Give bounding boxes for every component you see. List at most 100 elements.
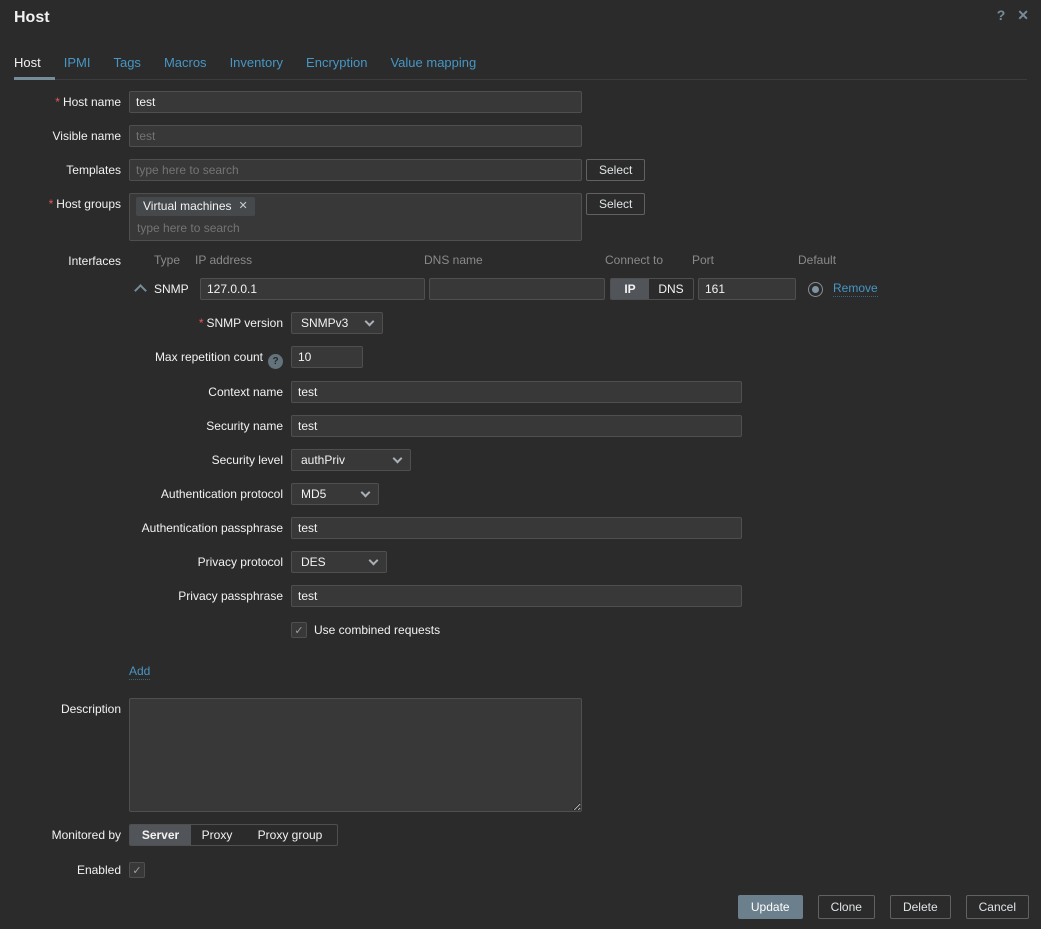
interfaces-label: Interfaces <box>14 253 121 269</box>
close-icon[interactable]: ✕ <box>1017 7 1029 24</box>
delete-button[interactable]: Delete <box>890 895 951 919</box>
visible-name-input[interactable] <box>129 125 582 147</box>
authentication-passphrase-row: Authentication passphrase <box>0 517 1041 539</box>
chevron-down-icon <box>365 316 375 326</box>
authentication-protocol-label: Authentication protocol <box>14 483 283 502</box>
visible-name-row: Visible name <box>0 125 1041 147</box>
tab-bar: Host IPMI Tags Macros Inventory Encrypti… <box>14 49 1027 80</box>
tab-ipmi[interactable]: IPMI <box>64 49 91 79</box>
host-group-chip-label: Virtual machines <box>143 199 232 214</box>
interface-remove-link[interactable]: Remove <box>833 281 878 297</box>
add-interface-row: Add <box>0 661 1041 683</box>
monitored-by-row: Monitored by Server Proxy Proxy group <box>0 824 1041 846</box>
max-repetition-label: Max repetition count? <box>14 346 283 369</box>
use-combined-requests-row: ✓ Use combined requests <box>0 619 1041 641</box>
interface-type-label: SNMP <box>154 282 194 296</box>
host-groups-placeholder[interactable]: type here to search <box>137 221 575 235</box>
privacy-passphrase-row: Privacy passphrase <box>0 585 1041 607</box>
privacy-protocol-label: Privacy protocol <box>14 551 283 570</box>
help-circle-icon[interactable]: ? <box>268 354 283 369</box>
host-form: *Host name Visible name Templates Select… <box>0 80 1041 881</box>
snmp-version-select[interactable]: SNMPv3 <box>291 312 383 334</box>
clone-button[interactable]: Clone <box>818 895 875 919</box>
interface-row-snmp: SNMP IP DNS Remove <box>129 278 878 300</box>
enabled-row: Enabled ✓ <box>0 859 1041 881</box>
collapse-chevron-up-icon[interactable] <box>134 284 147 297</box>
description-textarea[interactable] <box>129 698 582 812</box>
tab-inventory[interactable]: Inventory <box>230 49 283 79</box>
interfaces-row: Interfaces Type IP address DNS name Conn… <box>0 253 1041 300</box>
templates-label: Templates <box>14 159 121 178</box>
host-name-label: *Host name <box>14 91 121 110</box>
host-groups-multiselect[interactable]: Virtual machines ✕ type here to search <box>129 193 582 241</box>
interface-column-headers: Type IP address DNS name Connect to Port… <box>129 253 878 271</box>
col-port: Port <box>692 253 714 267</box>
context-name-input[interactable] <box>291 381 742 403</box>
update-button[interactable]: Update <box>738 895 803 919</box>
templates-select-button[interactable]: Select <box>586 159 645 181</box>
chevron-down-icon <box>369 555 379 565</box>
tab-encryption[interactable]: Encryption <box>306 49 367 79</box>
interface-ip-input[interactable] <box>200 278 425 300</box>
help-icon[interactable]: ? <box>997 7 1006 24</box>
security-level-select[interactable]: authPriv <box>291 449 411 471</box>
modal-header: Host ? ✕ <box>0 0 1041 28</box>
templates-row: Templates Select <box>0 159 1041 181</box>
monitored-by-label: Monitored by <box>14 824 121 843</box>
default-interface-radio[interactable] <box>808 282 823 297</box>
authentication-protocol-row: Authentication protocol MD5 <box>0 483 1041 505</box>
col-type: Type <box>154 253 180 267</box>
use-combined-requests-label: Use combined requests <box>314 623 440 637</box>
interface-dns-input[interactable] <box>429 278 605 300</box>
required-marker: * <box>199 316 204 330</box>
col-ip-address: IP address <box>195 253 252 267</box>
authentication-passphrase-label: Authentication passphrase <box>14 517 283 536</box>
enabled-label: Enabled <box>14 859 121 878</box>
context-name-row: Context name <box>0 381 1041 403</box>
add-interface-link[interactable]: Add <box>129 664 150 680</box>
tab-macros[interactable]: Macros <box>164 49 207 79</box>
required-marker: * <box>55 95 60 109</box>
monitored-by-server-option[interactable]: Server <box>130 825 191 845</box>
snmp-version-row: *SNMP version SNMPv3 <box>0 312 1041 334</box>
context-name-label: Context name <box>14 381 283 400</box>
col-connect-to: Connect to <box>605 253 663 267</box>
monitored-by-toggle: Server Proxy Proxy group <box>129 824 338 846</box>
tab-tags[interactable]: Tags <box>113 49 140 79</box>
max-repetition-row: Max repetition count? <box>0 346 1041 369</box>
templates-search-input[interactable] <box>129 159 582 181</box>
chevron-down-icon <box>361 487 371 497</box>
page-title: Host <box>14 8 1027 28</box>
privacy-passphrase-label: Privacy passphrase <box>14 585 283 604</box>
enabled-checkbox[interactable]: ✓ <box>129 862 145 878</box>
authentication-passphrase-input[interactable] <box>291 517 742 539</box>
cancel-button[interactable]: Cancel <box>966 895 1029 919</box>
required-marker: * <box>49 197 54 211</box>
connect-to-ip-option[interactable]: IP <box>611 279 649 299</box>
host-name-row: *Host name <box>0 91 1041 113</box>
security-name-input[interactable] <box>291 415 742 437</box>
monitored-by-proxy-option[interactable]: Proxy <box>191 825 243 845</box>
privacy-protocol-row: Privacy protocol DES <box>0 551 1041 573</box>
security-name-row: Security name <box>0 415 1041 437</box>
host-groups-label: *Host groups <box>14 193 121 212</box>
host-groups-select-button[interactable]: Select <box>586 193 645 215</box>
max-repetition-input[interactable] <box>291 346 363 368</box>
use-combined-requests-checkbox[interactable]: ✓ <box>291 622 307 638</box>
connect-to-dns-option[interactable]: DNS <box>649 279 693 299</box>
privacy-passphrase-input[interactable] <box>291 585 742 607</box>
chip-remove-icon[interactable]: ✕ <box>239 199 248 214</box>
dialog-footer: Update Clone Delete Cancel <box>738 895 1029 919</box>
connect-to-toggle: IP DNS <box>610 278 694 300</box>
host-name-input[interactable] <box>129 91 582 113</box>
col-default: Default <box>798 253 836 267</box>
tab-value-mapping[interactable]: Value mapping <box>390 49 476 79</box>
snmp-version-label: *SNMP version <box>14 312 283 331</box>
monitored-by-proxy-group-option[interactable]: Proxy group <box>243 825 337 845</box>
authentication-protocol-select[interactable]: MD5 <box>291 483 379 505</box>
interface-port-input[interactable] <box>698 278 796 300</box>
security-level-row: Security level authPriv <box>0 449 1041 471</box>
host-group-chip: Virtual machines ✕ <box>136 197 255 216</box>
tab-host[interactable]: Host <box>14 49 41 79</box>
privacy-protocol-select[interactable]: DES <box>291 551 387 573</box>
